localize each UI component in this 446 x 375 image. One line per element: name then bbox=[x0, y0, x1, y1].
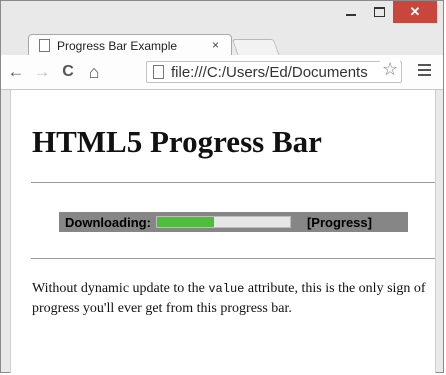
maximize-icon bbox=[373, 7, 385, 17]
minimize-icon bbox=[346, 14, 356, 16]
description-paragraph: Without dynamic update to the value attr… bbox=[32, 279, 432, 319]
tab-progress-bar-example[interactable]: Progress Bar Example × bbox=[28, 34, 232, 56]
address-url[interactable]: file:///C:/Users/Ed/Documents bbox=[171, 64, 368, 81]
bookmark-star-icon[interactable]: ☆ bbox=[380, 59, 401, 80]
browser-window: ✕ Progress Bar Example × ← → C ⌂ file://… bbox=[0, 0, 444, 373]
menu-icon-line bbox=[418, 64, 431, 66]
progress-fill bbox=[156, 217, 215, 227]
divider bbox=[31, 182, 435, 183]
close-window-button[interactable]: ✕ bbox=[393, 1, 437, 23]
address-bar[interactable]: file:///C:/Users/Ed/Documents bbox=[146, 61, 402, 83]
menu-icon-line bbox=[418, 69, 431, 71]
tab-strip: Progress Bar Example × bbox=[1, 27, 443, 57]
progress-text: [Progress] bbox=[306, 214, 372, 230]
minimize-button[interactable] bbox=[337, 1, 365, 23]
menu-icon-line bbox=[418, 74, 431, 76]
window-controls: ✕ bbox=[337, 1, 437, 23]
progress-bar bbox=[155, 216, 291, 228]
divider bbox=[31, 258, 435, 259]
close-icon: ✕ bbox=[409, 4, 421, 19]
tab-close-icon[interactable]: × bbox=[212, 38, 219, 52]
home-button[interactable]: ⌂ bbox=[83, 62, 105, 83]
forward-button[interactable]: → bbox=[31, 62, 53, 82]
page-icon bbox=[153, 65, 164, 79]
value-attribute-code: value bbox=[208, 282, 245, 296]
page-title: HTML5 Progress Bar bbox=[32, 124, 322, 159]
page-icon bbox=[39, 39, 50, 52]
page-content: HTML5 Progress Bar Downloading: [Progres… bbox=[10, 90, 436, 373]
progress-label: Downloading: bbox=[65, 214, 151, 230]
reload-button[interactable]: C bbox=[57, 63, 79, 81]
progress-row: Downloading: [Progress] bbox=[59, 212, 408, 232]
menu-button[interactable] bbox=[418, 64, 431, 79]
browser-toolbar: ← → C ⌂ file:///C:/Users/Ed/Documents bbox=[1, 55, 443, 90]
para-text-before: Without dynamic update to the bbox=[32, 281, 209, 296]
tab-title: Progress Bar Example bbox=[57, 38, 178, 53]
back-button[interactable]: ← bbox=[5, 62, 27, 82]
maximize-button[interactable] bbox=[365, 1, 393, 23]
